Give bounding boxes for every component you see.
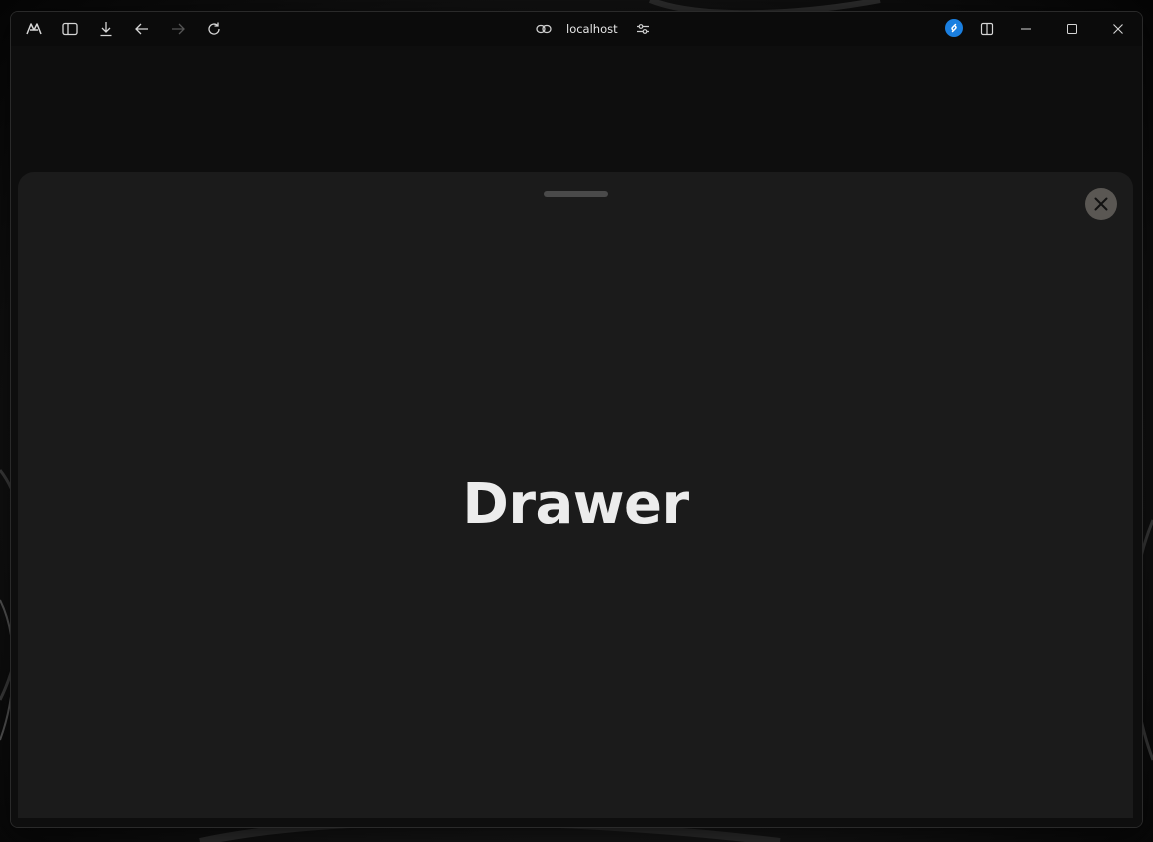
drawer-panel: Drawer	[18, 172, 1133, 818]
download-icon[interactable]	[93, 17, 119, 41]
close-icon	[1094, 197, 1108, 211]
arrow-left-icon[interactable]	[129, 17, 155, 41]
page-content: Drawer	[11, 46, 1142, 827]
browser-titlebar: localhost	[11, 12, 1142, 46]
minimize-icon[interactable]	[1013, 17, 1039, 41]
drawer-title: Drawer	[462, 472, 689, 537]
address-bar[interactable]: localhost	[536, 17, 650, 41]
link-icon[interactable]	[536, 24, 552, 34]
reload-icon[interactable]	[201, 17, 227, 41]
address-url[interactable]: localhost	[562, 22, 626, 36]
tune-icon[interactable]	[636, 23, 650, 35]
browser-window: localhost Drawer	[10, 11, 1143, 828]
arrow-right-icon[interactable]	[165, 17, 191, 41]
shazam-icon[interactable]	[945, 19, 963, 37]
drawer-drag-handle[interactable]	[544, 191, 608, 197]
drawer-close-button[interactable]	[1085, 188, 1117, 220]
sidebar-icon[interactable]	[57, 17, 83, 41]
split-view-icon[interactable]	[974, 17, 1000, 41]
close-icon[interactable]	[1105, 17, 1131, 41]
maximize-icon[interactable]	[1059, 17, 1085, 41]
browser-logo-icon[interactable]	[21, 17, 47, 41]
